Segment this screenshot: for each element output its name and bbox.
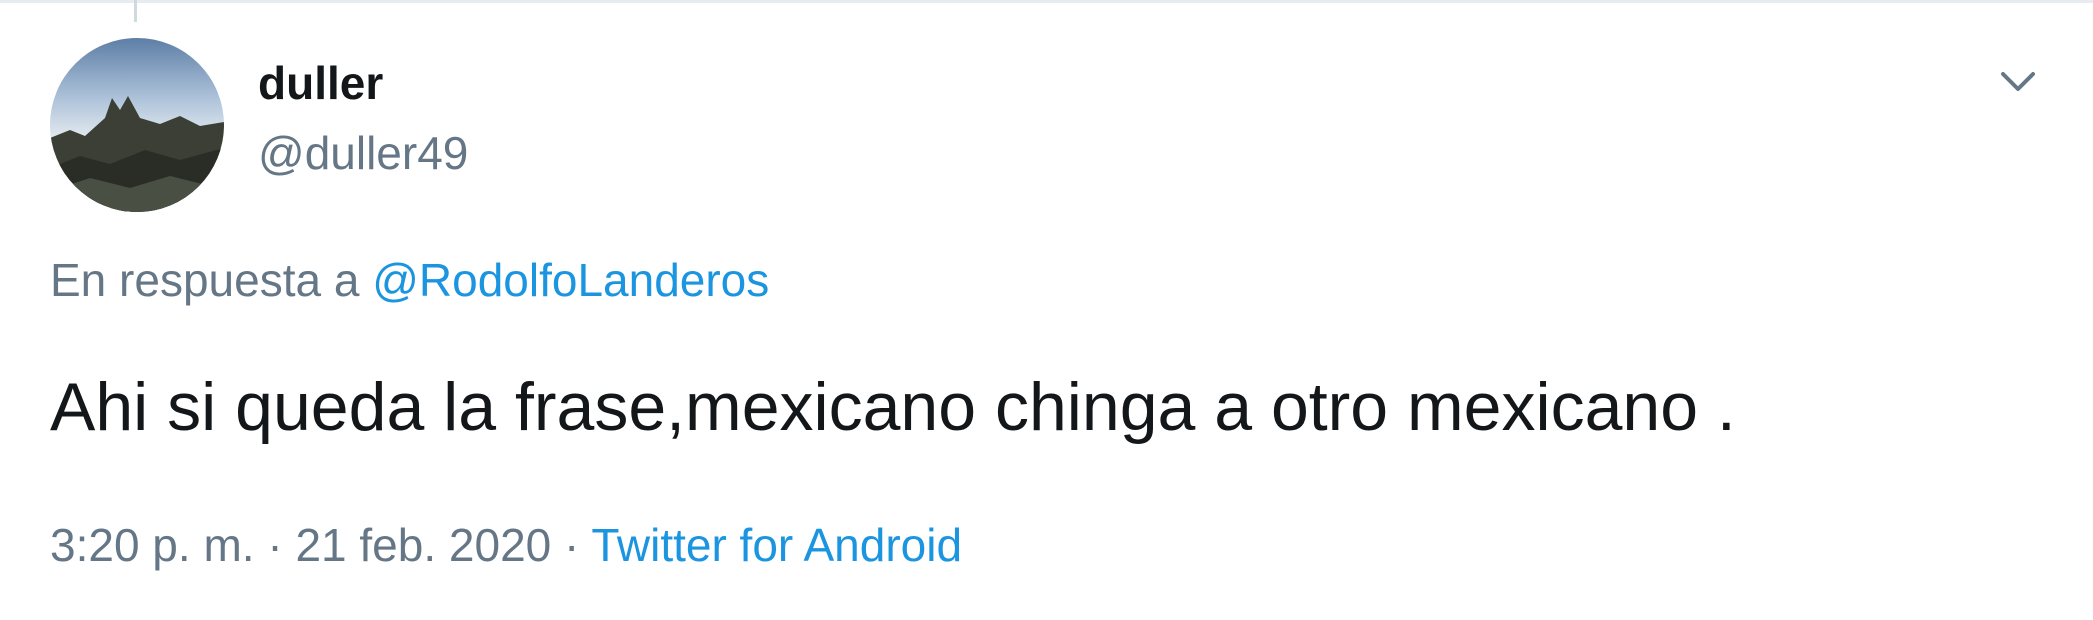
chevron-down-icon[interactable] — [1995, 62, 2041, 102]
top-divider — [0, 0, 2093, 3]
meta-separator: · — [267, 519, 283, 571]
avatar[interactable] — [50, 38, 224, 212]
tweet-time[interactable]: 3:20 p. m. — [50, 519, 255, 571]
tweet-text: Ahi si queda la frase,mexicano chinga a … — [50, 369, 1736, 445]
tweet-metadata: 3:20 p. m. · 21 feb. 2020 · Twitter for … — [50, 522, 962, 568]
reply-mention-link[interactable]: @RodolfoLanderos — [372, 254, 769, 306]
reply-context: En respuesta a @RodolfoLanderos — [50, 257, 769, 303]
tweet-source-link[interactable]: Twitter for Android — [591, 519, 962, 571]
display-name[interactable]: duller — [258, 60, 383, 106]
user-handle[interactable]: @duller49 — [258, 130, 468, 176]
thread-connector-line — [134, 0, 137, 22]
meta-separator: · — [564, 519, 580, 571]
reply-prefix: En respuesta a — [50, 254, 360, 306]
tweet-date[interactable]: 21 feb. 2020 — [295, 519, 551, 571]
avatar-image — [50, 38, 224, 212]
